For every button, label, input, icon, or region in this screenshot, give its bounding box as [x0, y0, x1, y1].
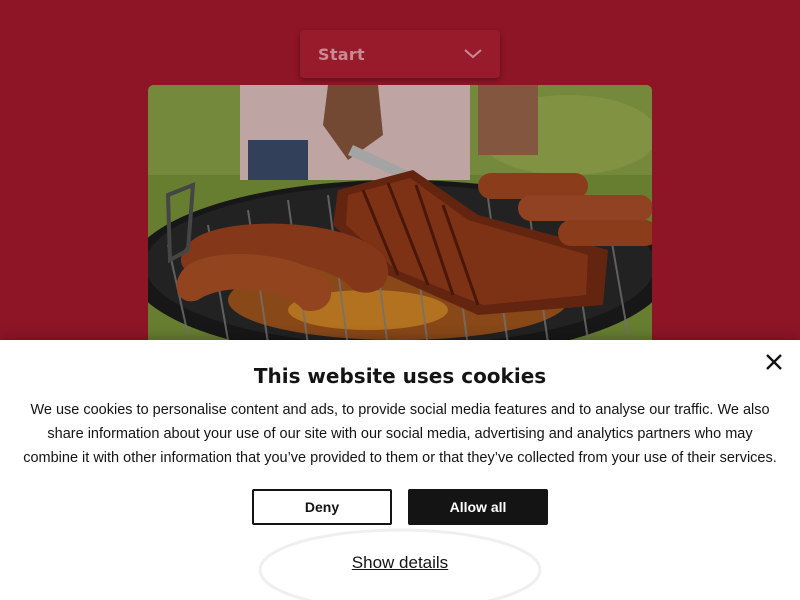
cookie-banner-body: We use cookies to personalise content an…: [23, 402, 777, 466]
barbecue-grill-image: [148, 85, 652, 350]
chevron-down-icon: [464, 48, 482, 60]
cookie-banner-title: This website uses cookies: [253, 364, 547, 388]
dropdown-selected-value: Start: [318, 44, 366, 64]
show-details-link[interactable]: Show details: [352, 553, 448, 572]
start-dropdown[interactable]: Start: [300, 30, 500, 78]
deny-button[interactable]: Deny: [252, 489, 392, 525]
show-details-container: Show details: [0, 553, 800, 573]
cookie-consent-banner: This website uses cookies We use cookies…: [0, 340, 800, 600]
allow-all-button[interactable]: Allow all: [408, 489, 548, 525]
hero-image-overlay: [148, 85, 652, 350]
